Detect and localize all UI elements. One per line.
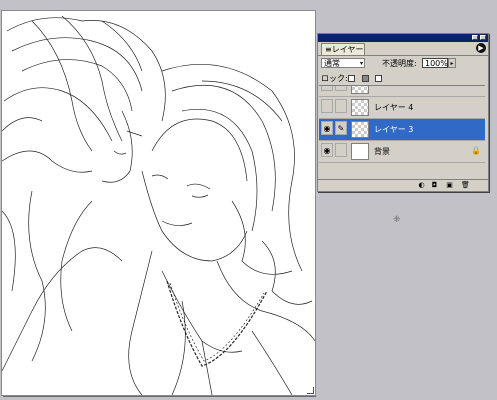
close-button[interactable] <box>480 35 486 40</box>
crosshair-cursor-icon: ⁜ <box>393 215 401 225</box>
new-layer-icon[interactable]: ▣ <box>444 181 455 190</box>
eye-icon[interactable]: ◉ <box>321 121 333 135</box>
document-canvas[interactable] <box>1 10 316 396</box>
opacity-label: 不透明度: <box>382 59 417 68</box>
layer-name: レイヤー 4 <box>374 103 414 112</box>
link-toggle[interactable] <box>335 143 347 157</box>
layer-row-selected[interactable]: ◉ ✎ レイヤー 3 <box>319 119 485 141</box>
blend-mode-value: 通常 <box>324 59 340 68</box>
opacity-input[interactable]: 100% <box>422 58 448 68</box>
layers-list: レイヤー 4 ◉ ✎ レイヤー 3 ◉ 背景 🔒 <box>319 85 485 180</box>
layer-style-icon[interactable]: ◐ <box>416 181 427 190</box>
visibility-toggle[interactable] <box>321 99 333 113</box>
layers-palette: ≡レイヤー ▶ 通常 ▾ 不透明度: 100% ▸ ロック: レイヤー 4 ◉ … <box>317 33 489 192</box>
blend-mode-select[interactable]: 通常 ▾ <box>321 58 365 68</box>
layer-thumbnail <box>351 99 369 116</box>
layer-thumbnail <box>351 143 369 160</box>
layer-row[interactable]: ◉ 背景 🔒 <box>319 141 485 163</box>
line-art-illustration <box>2 15 315 395</box>
opacity-arrow-icon[interactable]: ▸ <box>448 58 456 68</box>
tab-row: ≡レイヤー ▶ <box>318 42 488 56</box>
layer-thumbnail <box>351 86 369 94</box>
mask-icon[interactable]: ◘ <box>429 181 440 190</box>
lock-pixels-checkbox[interactable] <box>362 75 369 82</box>
resize-grip[interactable] <box>307 387 314 394</box>
layer-thumbnail <box>351 121 369 138</box>
lock-label: ロック: <box>321 74 348 83</box>
palette-menu-icon[interactable]: ▶ <box>476 43 486 53</box>
lock-position-checkbox[interactable] <box>375 75 382 82</box>
link-toggle[interactable] <box>335 86 347 91</box>
palette-footer: ◐ ◘ ▣ 🗑 <box>318 179 488 191</box>
link-toggle[interactable] <box>335 99 347 113</box>
visibility-toggle[interactable] <box>321 86 333 91</box>
layer-row[interactable]: レイヤー 4 <box>319 97 485 119</box>
lock-transparency-checkbox[interactable] <box>348 75 355 82</box>
layer-row[interactable] <box>319 86 485 97</box>
trash-icon[interactable]: 🗑 <box>460 181 471 190</box>
layer-name: 背景 <box>374 147 390 156</box>
lock-icon: 🔒 <box>471 146 481 155</box>
brush-icon[interactable]: ✎ <box>335 121 347 135</box>
palette-title-bar[interactable] <box>318 34 488 42</box>
chevron-down-icon: ▾ <box>359 60 363 67</box>
minimize-button[interactable] <box>472 35 478 40</box>
tab-layers[interactable]: ≡レイヤー <box>321 43 365 55</box>
eye-icon[interactable]: ◉ <box>321 143 333 157</box>
layer-name: レイヤー 3 <box>374 125 414 134</box>
